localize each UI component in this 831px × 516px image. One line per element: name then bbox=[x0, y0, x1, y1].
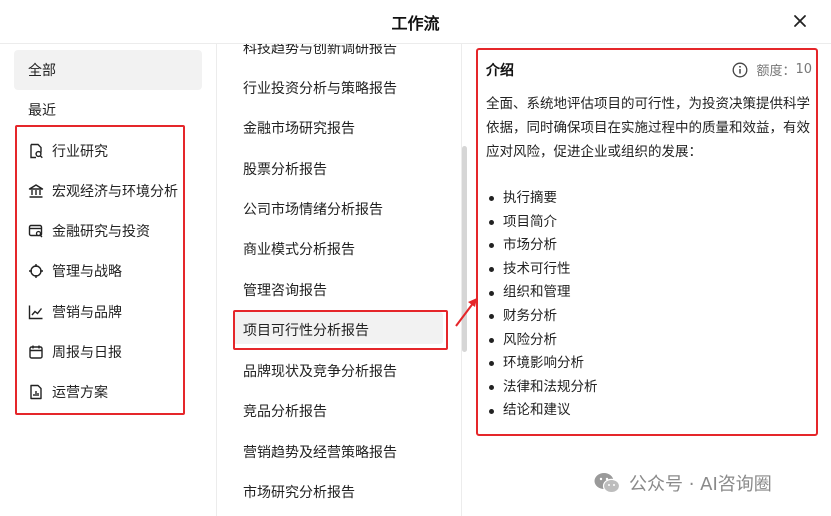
list-item: 风险分析 bbox=[486, 329, 598, 353]
sidebar-item-label: 周报与日报 bbox=[52, 345, 122, 361]
workflow-list: 科技趋势与创新调研报告 行业投资分析与策略报告 金融市场研究报告 股票分析报告 … bbox=[217, 44, 462, 516]
info-icon[interactable] bbox=[732, 62, 748, 78]
list-item: 执行摘要 bbox=[486, 187, 598, 211]
sidebar-item-industry-research[interactable]: 行业研究 bbox=[14, 131, 202, 171]
workflow-item[interactable]: 股票分析报告 bbox=[243, 159, 327, 179]
workflow-item[interactable]: 竞品分析报告 bbox=[243, 401, 327, 421]
list-item: 财务分析 bbox=[486, 305, 598, 329]
sidebar-item-macro-economy[interactable]: 宏观经济与环境分析 bbox=[14, 171, 202, 211]
quota-label: 额度： bbox=[756, 64, 796, 79]
sidebar-item-recent[interactable]: 最近 bbox=[14, 90, 202, 130]
quota-value: 10 bbox=[795, 62, 812, 77]
sidebar-item-label: 金融研究与投资 bbox=[52, 224, 150, 240]
sidebar-item-finance-investment[interactable]: 金融研究与投资 bbox=[14, 211, 202, 251]
list-item: 法律和法规分析 bbox=[486, 376, 598, 400]
workflow-item[interactable]: 商业模式分析报告 bbox=[243, 239, 355, 259]
sidebar-item-label: 管理与战略 bbox=[52, 264, 122, 280]
dialog-title: 工作流 bbox=[391, 14, 440, 33]
list-item: 技术可行性 bbox=[486, 258, 598, 282]
sidebar-item-label: 运营方案 bbox=[52, 385, 108, 401]
workflow-item[interactable]: 市场研究分析报告 bbox=[243, 482, 355, 502]
category-sidebar: 全部 最近 行业研究 宏观经济与环境分析 金融研究与投资 管理与战略 营销与品牌 bbox=[0, 44, 217, 516]
calendar-icon bbox=[28, 344, 44, 360]
workflow-item[interactable]: 金融市场研究报告 bbox=[243, 118, 355, 138]
sidebar-item-label: 全部 bbox=[28, 63, 56, 79]
sidebar-item-operations-plan[interactable]: 运营方案 bbox=[14, 372, 202, 412]
workflow-detail-panel: 介绍 额度： 10 全面、系统地评估项目的可行性，为投资决策提供科学依据，同时确… bbox=[476, 48, 818, 436]
doc-search-icon bbox=[28, 143, 44, 159]
list-item: 市场分析 bbox=[486, 234, 598, 258]
list-item: 结论和建议 bbox=[486, 399, 598, 423]
dialog-header: 工作流 bbox=[0, 0, 831, 44]
workflow-item[interactable]: 行业投资分析与策略报告 bbox=[243, 78, 397, 98]
sidebar-item-management-strategy[interactable]: 管理与战略 bbox=[14, 251, 202, 291]
sidebar-item-label: 营销与品牌 bbox=[52, 305, 122, 321]
detail-bullet-list: 执行摘要 项目简介 市场分析 技术可行性 组织和管理 财务分析 风险分析 环境影… bbox=[486, 187, 598, 423]
quota-indicator: 额度： 10 bbox=[732, 60, 812, 79]
crosshair-icon bbox=[28, 263, 44, 279]
detail-description: 全面、系统地评估项目的可行性，为投资决策提供科学依据，同时确保项目在实施过程中的… bbox=[486, 96, 810, 160]
detail-title: 介绍 bbox=[486, 63, 514, 79]
sidebar-item-label: 行业研究 bbox=[52, 144, 108, 160]
bank-icon bbox=[28, 183, 44, 199]
workflow-item[interactable]: 科技趋势与创新调研报告 bbox=[243, 44, 397, 58]
watermark: 公众号 · AI咨询圈 bbox=[593, 470, 772, 496]
sidebar-item-label: 最近 bbox=[28, 103, 56, 119]
workflow-item[interactable]: 营销趋势及经营策略报告 bbox=[243, 442, 397, 462]
list-item: 组织和管理 bbox=[486, 281, 598, 305]
report-chart-icon bbox=[28, 384, 44, 400]
sidebar-item-weekly-daily[interactable]: 周报与日报 bbox=[14, 332, 202, 372]
list-item: 项目简介 bbox=[486, 211, 598, 235]
trend-chart-icon bbox=[28, 304, 44, 320]
sidebar-item-all[interactable]: 全部 bbox=[14, 50, 202, 90]
watermark-text: 公众号 · AI咨询圈 bbox=[629, 474, 772, 495]
workflow-item[interactable]: 公司市场情绪分析报告 bbox=[243, 199, 383, 219]
wallet-search-icon bbox=[28, 223, 44, 239]
sidebar-item-label: 宏观经济与环境分析 bbox=[52, 184, 178, 200]
workflow-item[interactable]: 品牌现状及竞争分析报告 bbox=[243, 361, 397, 381]
workflow-item-selected[interactable]: 项目可行性分析报告 bbox=[243, 320, 369, 340]
workflow-item[interactable]: 管理咨询报告 bbox=[243, 280, 327, 300]
sidebar-item-marketing-brand[interactable]: 营销与品牌 bbox=[14, 292, 202, 332]
list-item: 环境影响分析 bbox=[486, 352, 598, 376]
wechat-icon bbox=[593, 471, 621, 495]
close-button[interactable] bbox=[789, 10, 811, 32]
close-icon bbox=[794, 15, 806, 27]
